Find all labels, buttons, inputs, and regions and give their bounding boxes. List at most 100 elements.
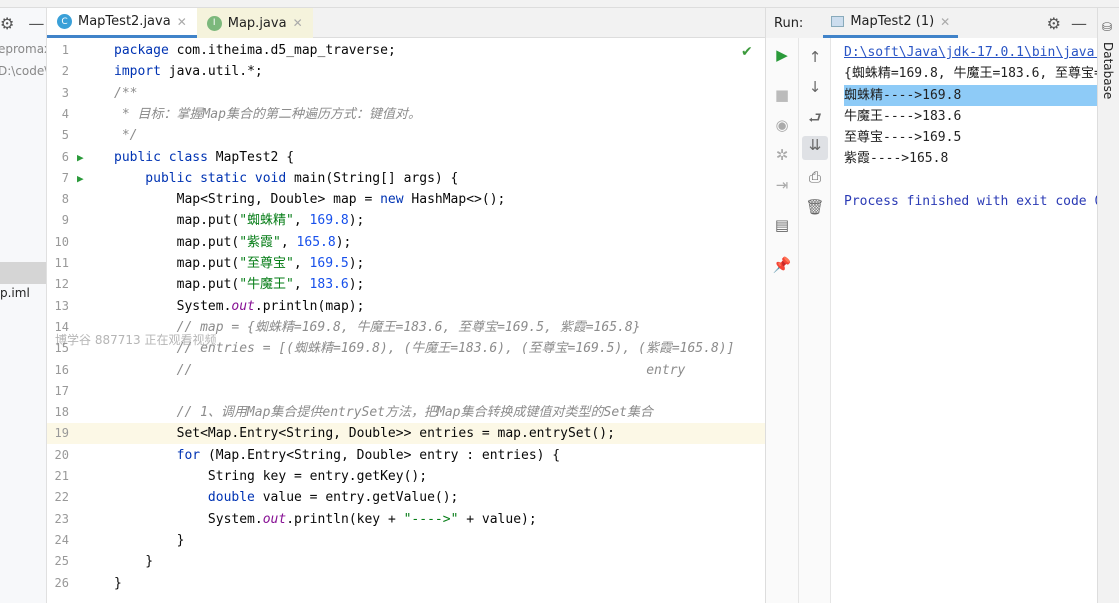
code-line[interactable]: 9 map.put("蜘蛛精", 169.8); [47,210,765,231]
run-gutter-icon[interactable]: ▶ [77,168,84,189]
code-text: } [114,530,185,551]
line-number: 7 [61,170,69,185]
project-tree-item[interactable]: epromax [0,38,46,60]
code-line[interactable]: 13 System.out.println(map); [47,296,765,317]
code-text: } [114,551,153,572]
project-path: D:\code\ [0,64,47,78]
login-icon[interactable]: ⇥ [766,176,798,194]
code-token: "蜘蛛精" [239,213,294,229]
minimize-icon[interactable]: — [1071,14,1087,33]
trash-icon[interactable]: 🗑 [799,198,831,216]
code-line[interactable]: 3 /** [47,83,765,104]
code-text: map.put("紫霞", 165.8); [114,232,352,253]
code-line[interactable]: 20 for (Map.Entry<String, Double> entry … [47,445,765,466]
project-file-iml[interactable]: p.iml [0,286,30,300]
code-token: } [114,575,122,591]
code-token: // entry [114,362,686,378]
scroll-to-end-icon[interactable]: ⇊ [802,136,828,160]
code-line[interactable]: 8 Map<String, Double> map = new HashMap<… [47,189,765,210]
run-gutter-icon[interactable]: ▶ [77,147,84,168]
down-arrow-icon[interactable]: ↓ [799,78,831,96]
run-label: Run: [774,15,804,31]
code-line[interactable]: 26} [47,573,765,594]
code-line[interactable]: 17 [47,381,765,402]
code-text: import java.util.*; [114,61,263,82]
line-number: 4 [61,106,69,121]
pin-icon[interactable]: 📌 [766,256,798,274]
code-token: System. [114,298,232,314]
console-command[interactable]: D:\soft\Java\jdk-17.0.1\bin\java.exe [844,42,1098,63]
code-line[interactable]: 24 } [47,530,765,551]
code-line[interactable]: 2 import java.util.*; [47,61,765,82]
code-line[interactable]: 5 */ [47,125,765,146]
stop-icon[interactable]: ■ [766,86,798,104]
code-line[interactable]: 19 Set<Map.Entry<String, Double>> entrie… [47,423,765,445]
code-line[interactable]: 22 double value = entry.getValue(); [47,487,765,508]
code-text: * 目标：掌握Map集合的第二种遍历方式：键值对。 [114,104,421,125]
gear-icon[interactable]: ⚙ [0,14,14,33]
minimize-icon[interactable]: — [28,14,44,33]
selected-tree-row[interactable] [0,262,46,284]
code-token: , [280,234,297,250]
line-number: 13 [54,298,69,313]
close-icon[interactable]: ✕ [177,15,187,29]
code-text: for (Map.Entry<String, Double> entry : e… [114,445,561,466]
code-line[interactable]: 6 ▶ public class MapTest2 { [47,147,765,168]
code-token: out [231,298,255,314]
code-token: java.util.*; [168,64,263,80]
gear-icon[interactable]: ⚙ [1047,14,1061,33]
line-number: 6 [61,149,69,164]
code-line[interactable]: 16 // entry [47,360,765,381]
close-icon[interactable]: ✕ [940,15,950,29]
code-line[interactable]: 21 String key = entry.getKey(); [47,466,765,487]
rerun-icon[interactable]: ▶ [766,46,798,64]
code-text: map.put("至尊宝", 169.5); [114,253,365,274]
code-line[interactable]: 25 } [47,551,765,572]
tab-maptest2[interactable]: C MapTest2.java ✕ [47,8,197,38]
database-icon: ⛁ [1102,20,1113,34]
layout-icon[interactable]: ▤ [766,216,798,234]
code-token: , [293,213,310,229]
code-line[interactable]: 7 ▶ public static void main(String[] args… [47,168,765,189]
debug-icon[interactable]: ✲ [766,146,798,164]
code-token: (Map.Entry<String, Double> entry : entri… [207,447,561,463]
code-token: public static void [114,170,295,186]
code-token: "紫霞" [239,234,281,250]
line-number: 21 [54,469,69,483]
console-line: 牛魔王---->183.6 [844,108,962,124]
code-token: import [114,64,169,80]
soft-wrap-icon[interactable]: ⮐ [799,108,831,133]
interface-icon: I [206,15,222,31]
code-text: public class MapTest2 { [114,147,294,168]
tab-map[interactable]: I Map.java ✕ [196,8,313,38]
code-text: public static void main(String[] args) { [114,168,458,189]
code-token: out [262,511,287,527]
database-label[interactable]: Database [1101,42,1115,99]
code-token: ); [348,277,365,293]
code-text: Set<Map.Entry<String, Double>> entries =… [114,423,615,444]
console-icon [831,16,845,27]
run-tab[interactable]: MapTest2 (1) ✕ [823,8,959,38]
code-token: MapTest2 { [215,149,295,165]
console-output[interactable]: D:\soft\Java\jdk-17.0.1\bin\java.exe {蜘蛛… [844,42,1098,212]
close-icon[interactable]: ✕ [293,16,303,30]
code-line[interactable]: 4 * 目标：掌握Map集合的第二种遍历方式：键值对。 [47,104,765,125]
database-strip[interactable]: ⛁ Database [1097,8,1119,603]
print-icon[interactable]: ⎙ [799,168,831,186]
line-number: 16 [54,362,69,377]
line-number: 23 [54,511,69,526]
line-number: 12 [54,277,69,292]
up-arrow-icon[interactable]: ↑ [799,48,831,66]
code-line[interactable]: 10 map.put("紫霞", 165.8); [47,232,765,253]
code-line[interactable]: 18 // 1、调用Map集合提供entrySet方法，把Map集合转换成键值对… [47,402,765,423]
code-token: Map<String, Double> map = [114,192,381,208]
code-text: // entry [114,360,686,381]
code-line[interactable]: 12 map.put("牛魔王", 183.6); [47,274,765,295]
code-line[interactable]: 23 System.out.println(key + "---->" + va… [47,509,765,530]
code-line[interactable]: 11 map.put("至尊宝", 169.5); [47,253,765,274]
code-editor[interactable]: 1 package com.itheima.d5_map_traverse; 2 im… [47,38,810,603]
run-tab-label: MapTest2 (1) [850,14,935,29]
camera-icon[interactable]: ◉ [766,116,798,134]
code-line[interactable]: 1 package com.itheima.d5_map_traverse; [47,40,765,61]
no-problems-check-icon[interactable]: ✔ [741,44,753,60]
